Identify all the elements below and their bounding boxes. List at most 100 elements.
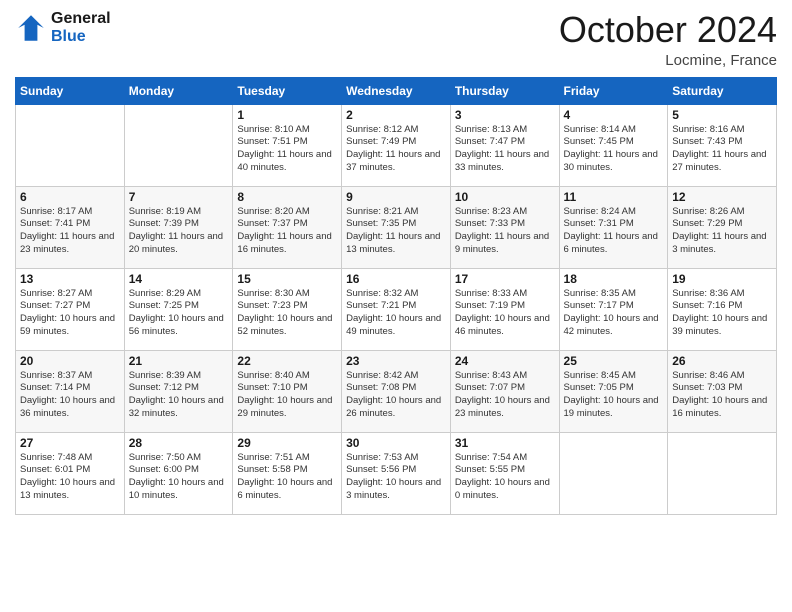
calendar-cell: 30 Sunrise: 7:53 AM Sunset: 5:56 PM Dayli… [342,432,451,514]
location: Locmine, France [559,52,777,69]
calendar-header-friday: Friday [559,77,668,104]
calendar-cell: 9 Sunrise: 8:21 AM Sunset: 7:35 PM Daylig… [342,186,451,268]
calendar-cell: 20 Sunrise: 8:37 AM Sunset: 7:14 PM Dayli… [16,350,125,432]
day-info: Sunrise: 8:40 AM Sunset: 7:10 PM Dayligh… [237,370,337,421]
calendar-cell: 24 Sunrise: 8:43 AM Sunset: 7:07 PM Dayli… [450,350,559,432]
day-number: 11 [564,190,664,204]
day-number: 9 [346,190,446,204]
day-info: Sunrise: 8:20 AM Sunset: 7:37 PM Dayligh… [237,206,337,257]
calendar-cell: 4 Sunrise: 8:14 AM Sunset: 7:45 PM Daylig… [559,104,668,186]
day-number: 4 [564,108,664,122]
day-number: 12 [672,190,772,204]
day-number: 15 [237,272,337,286]
calendar-cell: 15 Sunrise: 8:30 AM Sunset: 7:23 PM Dayli… [233,268,342,350]
day-info: Sunrise: 8:36 AM Sunset: 7:16 PM Dayligh… [672,288,772,339]
calendar-cell: 12 Sunrise: 8:26 AM Sunset: 7:29 PM Dayli… [668,186,777,268]
day-info: Sunrise: 8:45 AM Sunset: 7:05 PM Dayligh… [564,370,664,421]
day-number: 8 [237,190,337,204]
logo-icon [15,12,47,44]
day-info: Sunrise: 8:43 AM Sunset: 7:07 PM Dayligh… [455,370,555,421]
day-info: Sunrise: 8:13 AM Sunset: 7:47 PM Dayligh… [455,124,555,175]
calendar-week-5: 27Sunrise: 7:48 AM Sunset: 6:01 PM Dayli… [16,432,777,514]
day-number: 31 [455,436,555,450]
day-number: 5 [672,108,772,122]
logo: General Blue [15,10,111,45]
calendar-cell: 14 Sunrise: 8:29 AM Sunset: 7:25 PM Dayli… [124,268,233,350]
day-info: Sunrise: 8:42 AM Sunset: 7:08 PM Dayligh… [346,370,446,421]
calendar-cell: 5 Sunrise: 8:16 AM Sunset: 7:43 PM Daylig… [668,104,777,186]
day-number: 24 [455,354,555,368]
calendar: SundayMondayTuesdayWednesdayThursdayFrid… [15,77,777,515]
calendar-cell: 19 Sunrise: 8:36 AM Sunset: 7:16 PM Dayli… [668,268,777,350]
day-number: 26 [672,354,772,368]
calendar-week-1: 1Sunrise: 8:10 AM Sunset: 7:51 PM Daylig… [16,104,777,186]
day-number: 19 [672,272,772,286]
day-info: Sunrise: 8:12 AM Sunset: 7:49 PM Dayligh… [346,124,446,175]
day-info: Sunrise: 8:27 AM Sunset: 7:27 PM Dayligh… [20,288,120,339]
calendar-cell: 11 Sunrise: 8:24 AM Sunset: 7:31 PM Dayli… [559,186,668,268]
day-number: 14 [129,272,229,286]
day-number: 21 [129,354,229,368]
day-number: 13 [20,272,120,286]
calendar-header-sunday: Sunday [16,77,125,104]
header: General Blue October 2024 Locmine, Franc… [15,10,777,69]
day-info: Sunrise: 8:30 AM Sunset: 7:23 PM Dayligh… [237,288,337,339]
calendar-cell: 26 Sunrise: 8:46 AM Sunset: 7:03 PM Dayli… [668,350,777,432]
calendar-cell: 7 Sunrise: 8:19 AM Sunset: 7:39 PM Daylig… [124,186,233,268]
day-number: 3 [455,108,555,122]
calendar-cell [559,432,668,514]
calendar-cell: 10 Sunrise: 8:23 AM Sunset: 7:33 PM Dayli… [450,186,559,268]
day-info: Sunrise: 8:14 AM Sunset: 7:45 PM Dayligh… [564,124,664,175]
day-info: Sunrise: 7:53 AM Sunset: 5:56 PM Dayligh… [346,452,446,503]
day-number: 10 [455,190,555,204]
day-info: Sunrise: 8:26 AM Sunset: 7:29 PM Dayligh… [672,206,772,257]
calendar-header-thursday: Thursday [450,77,559,104]
calendar-header-row: SundayMondayTuesdayWednesdayThursdayFrid… [16,77,777,104]
day-info: Sunrise: 8:21 AM Sunset: 7:35 PM Dayligh… [346,206,446,257]
day-number: 16 [346,272,446,286]
calendar-cell: 8 Sunrise: 8:20 AM Sunset: 7:37 PM Daylig… [233,186,342,268]
day-info: Sunrise: 7:54 AM Sunset: 5:55 PM Dayligh… [455,452,555,503]
day-info: Sunrise: 8:16 AM Sunset: 7:43 PM Dayligh… [672,124,772,175]
calendar-cell: 16Sunrise: 8:32 AM Sunset: 7:21 PM Dayli… [342,268,451,350]
day-info: Sunrise: 8:24 AM Sunset: 7:31 PM Dayligh… [564,206,664,257]
calendar-cell [124,104,233,186]
calendar-week-2: 6Sunrise: 8:17 AM Sunset: 7:41 PM Daylig… [16,186,777,268]
day-number: 20 [20,354,120,368]
day-info: Sunrise: 8:23 AM Sunset: 7:33 PM Dayligh… [455,206,555,257]
day-info: Sunrise: 8:37 AM Sunset: 7:14 PM Dayligh… [20,370,120,421]
day-info: Sunrise: 8:19 AM Sunset: 7:39 PM Dayligh… [129,206,229,257]
logo-text: General Blue [51,10,111,45]
calendar-week-3: 13 Sunrise: 8:27 AM Sunset: 7:27 PM Dayli… [16,268,777,350]
day-number: 22 [237,354,337,368]
day-info: Sunrise: 8:35 AM Sunset: 7:17 PM Dayligh… [564,288,664,339]
day-info: Sunrise: 8:39 AM Sunset: 7:12 PM Dayligh… [129,370,229,421]
page: General Blue October 2024 Locmine, Franc… [0,0,792,612]
day-info: Sunrise: 8:46 AM Sunset: 7:03 PM Dayligh… [672,370,772,421]
day-number: 7 [129,190,229,204]
calendar-cell [668,432,777,514]
title-area: October 2024 Locmine, France [559,10,777,69]
day-info: Sunrise: 7:51 AM Sunset: 5:58 PM Dayligh… [237,452,337,503]
day-number: 1 [237,108,337,122]
calendar-cell: 18 Sunrise: 8:35 AM Sunset: 7:17 PM Dayli… [559,268,668,350]
day-number: 2 [346,108,446,122]
day-info: Sunrise: 8:29 AM Sunset: 7:25 PM Dayligh… [129,288,229,339]
calendar-header-monday: Monday [124,77,233,104]
day-number: 30 [346,436,446,450]
month-title: October 2024 [559,10,777,50]
day-number: 29 [237,436,337,450]
calendar-cell: 22 Sunrise: 8:40 AM Sunset: 7:10 PM Dayli… [233,350,342,432]
day-number: 28 [129,436,229,450]
calendar-cell: 28Sunrise: 7:50 AM Sunset: 6:00 PM Dayli… [124,432,233,514]
calendar-cell: 17Sunrise: 8:33 AM Sunset: 7:19 PM Dayli… [450,268,559,350]
calendar-cell: 13 Sunrise: 8:27 AM Sunset: 7:27 PM Dayli… [16,268,125,350]
calendar-cell: 31 Sunrise: 7:54 AM Sunset: 5:55 PM Dayli… [450,432,559,514]
day-number: 23 [346,354,446,368]
calendar-cell: 21 Sunrise: 8:39 AM Sunset: 7:12 PM Dayli… [124,350,233,432]
day-info: Sunrise: 7:48 AM Sunset: 6:01 PM Dayligh… [20,452,120,503]
day-number: 18 [564,272,664,286]
calendar-cell: 25Sunrise: 8:45 AM Sunset: 7:05 PM Dayli… [559,350,668,432]
day-number: 17 [455,272,555,286]
calendar-cell: 6Sunrise: 8:17 AM Sunset: 7:41 PM Daylig… [16,186,125,268]
